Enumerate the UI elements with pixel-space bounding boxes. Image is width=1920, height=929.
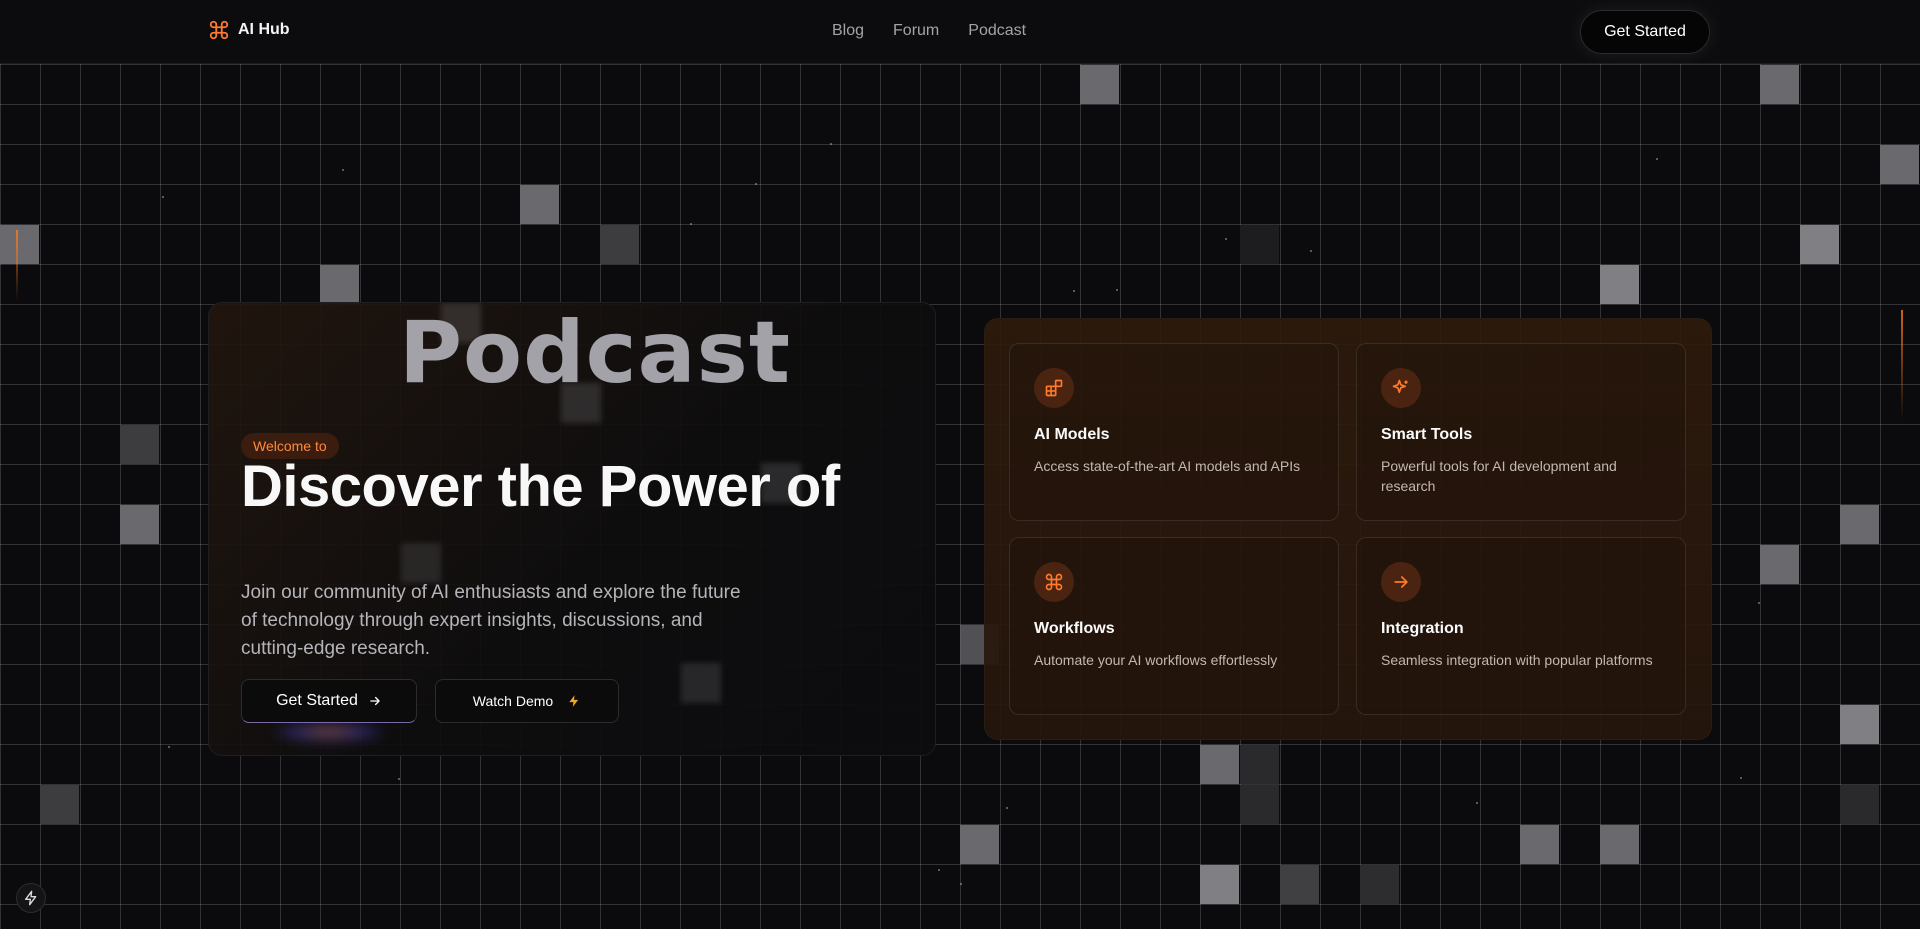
star-dot [960,883,962,885]
blocks-icon [1045,379,1063,397]
bolt-icon [25,890,37,906]
blurred-cell [681,663,721,703]
command-icon [209,20,229,40]
grid-cell [960,825,999,864]
hero-headline: Discover the Power of [241,454,840,519]
arrow-right-circle-icon [1394,576,1408,588]
star-dot [1225,238,1227,240]
feature-description: Access state-of-the-art AI models and AP… [1034,458,1301,474]
grid-cell [1840,705,1879,744]
grid-cell [1840,505,1879,544]
grid-cell [1520,825,1559,864]
star-dot [168,746,170,748]
grid-cell [1880,145,1919,184]
feature-icon-wrap [1381,562,1421,602]
feature-card-ai-models[interactable]: AI Models Access state-of-the-art AI mod… [1009,343,1339,521]
grid-cell [600,225,639,264]
grid-cell [0,225,39,264]
watch-demo-label: Watch Demo [472,693,554,709]
watch-demo-button[interactable]: Watch Demo [435,679,619,723]
star-dot [398,778,400,780]
grid-cell [1240,745,1279,784]
grid-cell [1240,785,1279,824]
star-dot [938,869,940,871]
star-dot [1740,777,1742,779]
light-streak [1901,310,1903,420]
sparkles-icon [1392,379,1408,393]
grid-cell [1080,65,1119,104]
feature-description: Seamless integration with popular platfo… [1381,652,1653,668]
grid-cell [1200,745,1239,784]
feature-card-integration[interactable]: Integration Seamless integration with po… [1356,537,1686,715]
get-started-nav-button[interactable]: Get Started [1580,10,1710,54]
blurred-cell [401,543,441,583]
feature-description: Automate your AI workflows effortlessly [1034,652,1278,668]
features-panel: AI Models Access state-of-the-art AI mod… [984,318,1712,740]
grid-cell [320,265,359,304]
rotating-word: Podcast [399,303,791,403]
star-dot [690,223,692,225]
feature-title: Smart Tools [1381,426,1473,443]
star-dot [1073,290,1075,292]
nav-link-blog[interactable]: Blog [832,22,864,40]
get-started-label: Get Started [276,692,358,709]
grid-cell [520,185,559,224]
star-dot [830,143,832,145]
command-icon [1045,573,1063,591]
hero-subtext: Join our community of AI enthusiasts and… [241,582,741,659]
grid-cell [1760,545,1799,584]
page: AI Hub Blog Forum Podcast Get Started Po… [0,0,1920,929]
feature-card-smart-tools[interactable]: Smart Tools Powerful tools for AI develo… [1356,343,1686,521]
hero-card: Podcast Welcome to Discover the Power of… [208,302,936,756]
star-dot [1476,802,1478,804]
nav-link-forum[interactable]: Forum [893,22,939,40]
grid-cell [1600,265,1639,304]
top-navbar: AI Hub Blog Forum Podcast Get Started [0,0,1920,64]
feature-card-workflows[interactable]: Workflows Automate your AI workflows eff… [1009,537,1339,715]
brand-name: AI Hub [238,21,290,38]
feature-title: Workflows [1034,620,1115,637]
feature-description: Powerful tools for AI development and re… [1381,458,1617,494]
button-glow [269,721,389,743]
star-dot [1758,602,1760,604]
arrow-right-icon [370,696,380,706]
star-dot [1006,807,1008,809]
feature-title: AI Models [1034,426,1110,443]
grid-cell [1240,225,1279,264]
feature-icon-wrap [1034,368,1074,408]
grid-cell [1280,865,1319,904]
star-dot [342,169,344,171]
feature-icon-wrap [1381,368,1421,408]
nav-links: Blog Forum Podcast [832,22,1026,40]
grid-cell [1840,785,1879,824]
grid-cell [40,785,79,824]
get-started-button[interactable]: Get Started [241,679,417,723]
light-streak [16,230,18,300]
nav-link-podcast[interactable]: Podcast [968,22,1026,40]
grid-cell [1200,865,1239,904]
grid-cell [1800,225,1839,264]
star-dot [1310,250,1312,252]
grid-cell [1360,865,1399,904]
bolt-icon [569,695,579,707]
star-dot [1656,158,1658,160]
grid-cell [120,505,159,544]
star-dot [1116,289,1118,291]
brand[interactable]: AI Hub [208,19,290,41]
star-dot [755,183,757,185]
floating-bolt-button[interactable] [16,883,46,913]
grid-cell [1760,65,1799,104]
grid-cell [1600,825,1639,864]
grid-cell [120,425,159,464]
feature-title: Integration [1381,620,1464,637]
feature-icon-wrap [1034,562,1074,602]
star-dot [162,196,164,198]
